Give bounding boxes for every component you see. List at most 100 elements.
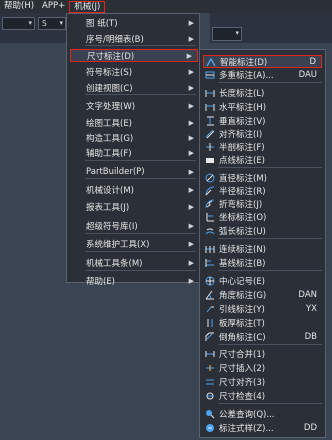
toolbar-combo-1[interactable]: ▾	[2, 17, 35, 30]
submenu-item[interactable]: 垂直标注(V)	[200, 115, 325, 127]
leader-icon	[204, 304, 215, 315]
submenu-arrow-icon: ▶	[188, 101, 194, 110]
menu-item[interactable]: 图 纸(T) ▶	[67, 16, 199, 29]
dimension-submenu: 智能标注(D) D 多重标注(A)... DAU 长度标注(L) 水平标注(H) 垂直标注(…	[199, 49, 326, 438]
submenu-item-label: 长度标注(L)	[219, 89, 265, 99]
toolbar-combo-2[interactable]: S ▾	[38, 17, 66, 30]
menu-bar: 帮助(H) APP+ 机械(J)	[0, 0, 332, 13]
submenu-item[interactable]: 角度标注(G) DAN	[200, 289, 325, 301]
menu-item[interactable]: 符号标注(S) ▶	[67, 65, 199, 78]
vertical-dimension-icon	[204, 116, 215, 127]
submenu-arrow-icon: ▶	[188, 258, 194, 267]
submenu-item[interactable]: 尺寸合并(1)	[200, 348, 325, 360]
menu-item[interactable]: 帮助(E) ▶	[67, 274, 199, 287]
submenu-item-label: 公差查询(Q)...	[219, 410, 275, 420]
shortcut-text: DB	[304, 332, 317, 342]
menu-item-label: 报表工具(J)	[86, 202, 130, 213]
menu-separator	[85, 160, 196, 161]
submenu-item[interactable]: 倒角标注(C) DB	[200, 331, 325, 343]
menu-item-label: 创建视图(C)	[86, 83, 133, 94]
submenu-item[interactable]: 弧长标注(U)	[200, 225, 325, 237]
menu-item-label: 图 纸(T)	[86, 18, 118, 29]
menu-item-label: 绘图工具(E)	[86, 118, 133, 129]
submenu-item-label: 折弯标注(J)	[219, 200, 263, 210]
submenu-item-label: 中心记号(E)	[219, 277, 266, 287]
submenu-item[interactable]: 坐标标注(O)	[200, 211, 325, 223]
submenu-item-label: 角度标注(G)	[219, 291, 267, 301]
submenu-item[interactable]: 折弯标注(J)	[200, 198, 325, 210]
submenu-item[interactable]: 直径标注(M)	[200, 172, 325, 184]
submenu-item-label: 尺寸检查(4)	[219, 392, 266, 402]
menu-item[interactable]: 创建视图(C) ▶	[67, 81, 199, 94]
submenu-item-label: 坐标标注(O)	[219, 213, 267, 223]
submenu-item[interactable]: 半径标注(R)	[200, 185, 325, 197]
submenu-item[interactable]: 引线标注(Y) YX	[200, 303, 325, 315]
menu-item[interactable]: 机械设计(M) ▶	[67, 183, 199, 196]
submenu-item[interactable]: 半剖标注(F)	[200, 141, 325, 153]
menu-separator	[218, 403, 322, 404]
submenu-item-label: 直径标注(M)	[219, 174, 267, 184]
menu-item-label: 序号/明细表(B)	[86, 34, 144, 45]
dimension-check-icon	[204, 391, 215, 402]
menu-item[interactable]: 超级符号库(I) ▶	[67, 219, 199, 232]
submenu-item[interactable]: 长度标注(L)	[200, 87, 325, 99]
menu-item-label: 帮助(E)	[86, 276, 116, 287]
half-section-dimension-icon	[204, 142, 215, 153]
dotline-dimension-icon	[204, 155, 215, 166]
shortcut-text: D	[309, 56, 316, 67]
menu-item[interactable]: 序号/明细表(B) ▶	[67, 32, 199, 45]
submenu-arrow-icon: ▶	[188, 167, 194, 176]
menu-separator	[218, 82, 322, 83]
submenu-item[interactable]: 连续标注(N)	[200, 243, 325, 255]
horizontal-dimension-icon	[204, 102, 215, 113]
submenu-item-label: 标注式样(Z)...	[219, 424, 274, 434]
submenu-item[interactable]: 尺寸插入(2)	[200, 362, 325, 374]
submenu-item[interactable]: 基线标注(B)	[200, 257, 325, 269]
menu-item[interactable]: 构造工具(G) ▶	[67, 131, 199, 144]
menu-item[interactable]: 机械工具条(M) ▶	[67, 256, 199, 269]
submenu-item[interactable]: 水平标注(H)	[200, 101, 325, 113]
shortcut-text: DAN	[298, 290, 317, 300]
menu-item-label: 机械工具条(M)	[86, 258, 143, 269]
smart-dimension-icon	[205, 56, 216, 67]
submenu-arrow-icon: ▶	[188, 221, 194, 230]
submenu-item-label: 智能标注(D)	[220, 57, 268, 68]
menu-item[interactable]: 文字处理(W) ▶	[67, 99, 199, 112]
toolbar-combo-3[interactable]: ▾	[212, 27, 242, 41]
menu-help[interactable]: 帮助(H)	[0, 0, 38, 13]
menu-separator	[218, 238, 322, 239]
submenu-item[interactable]: 尺寸对齐(3)	[200, 376, 325, 388]
submenu-item[interactable]: 点线标注(E)	[200, 154, 325, 166]
menu-item[interactable]: 绘图工具(E) ▶	[67, 116, 199, 129]
submenu-arrow-icon: ▶	[188, 133, 194, 142]
submenu-item[interactable]: 对齐标注(I)	[200, 128, 325, 140]
menu-item[interactable]: 尺寸标注(D) ▶	[70, 49, 198, 62]
submenu-item-label: 尺寸对齐(3)	[219, 378, 266, 388]
menu-app-plus[interactable]: APP+	[38, 0, 69, 13]
shortcut-text: YX	[305, 304, 317, 314]
menu-item-label: 机械设计(M)	[86, 185, 134, 196]
submenu-arrow-icon: ▶	[188, 276, 194, 285]
menu-item[interactable]: PartBuilder(P) ▶	[67, 165, 199, 178]
submenu-item[interactable]: 中心记号(E)	[200, 275, 325, 287]
submenu-item[interactable]: 智能标注(D) D	[203, 55, 322, 68]
multi-dimension-icon	[204, 70, 215, 81]
submenu-item[interactable]: 标注式样(Z)... DD	[200, 422, 325, 434]
menu-item[interactable]: 系统维护工具(X) ▶	[67, 237, 199, 250]
submenu-item[interactable]: 多重标注(A)... DAU	[200, 69, 325, 81]
submenu-item[interactable]: 尺寸检查(4)	[200, 390, 325, 402]
menu-separator	[85, 251, 196, 252]
menu-item-label: 文字处理(W)	[86, 101, 136, 112]
dimension-merge-icon	[204, 349, 215, 360]
drawing-area	[0, 43, 66, 440]
submenu-item-label: 连续标注(N)	[219, 245, 266, 255]
menu-item[interactable]: 报表工具(J) ▶	[67, 200, 199, 213]
shortcut-text: DD	[303, 423, 317, 433]
submenu-item[interactable]: 板厚标注(T)	[200, 317, 325, 329]
menu-item-label: 尺寸标注(D)	[87, 51, 135, 62]
submenu-arrow-icon: ▶	[188, 83, 194, 92]
submenu-item[interactable]: 公差查询(Q)...	[200, 408, 325, 420]
menu-item[interactable]: 辅助工具(F) ▶	[67, 146, 199, 159]
combo-2-text: S	[42, 19, 47, 28]
menu-mechanical[interactable]: 机械(J)	[69, 0, 106, 13]
